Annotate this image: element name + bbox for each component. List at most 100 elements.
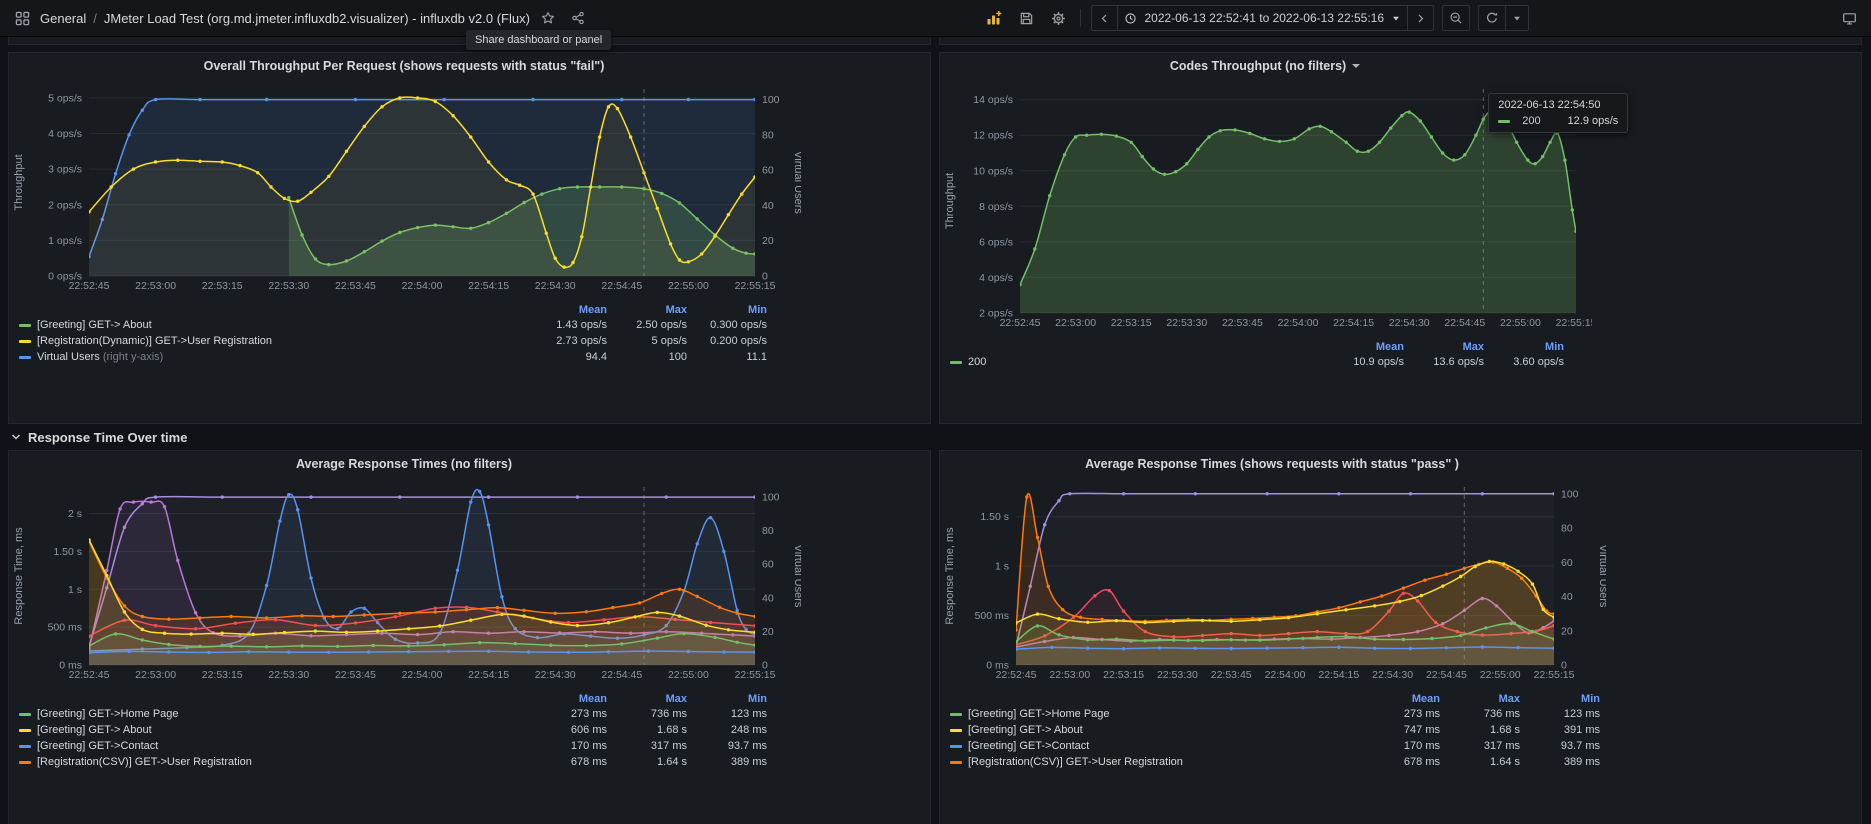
panel-menu-caret-icon[interactable]	[1352, 64, 1361, 68]
legend-stat-value: 0.300 ops/s	[710, 319, 767, 331]
svg-text:40: 40	[762, 200, 774, 212]
codes-throughput-legend: Mean Max Min 200 10.9 ops/s 13.6 ops/s 3.60 op…	[950, 339, 1564, 370]
codes-throughput-chart[interactable]: 22:52:45 22:53:00 22:53:15 22:53:30 22:53:45…	[942, 79, 1861, 336]
overall-throughput-legend: Mean Max Min [Greeting] GET-> About 1.43 ops…	[19, 302, 767, 365]
breadcrumb: General / JMeter Load Test (org.md.jmete…	[40, 11, 530, 26]
svg-text:22:54:30: 22:54:30	[535, 669, 576, 681]
star-icon[interactable]	[536, 6, 560, 30]
legend-row[interactable]: [Greeting] GET->Contact 170 ms 317 ms 93.7 …	[19, 738, 767, 754]
legend-row[interactable]: [Greeting] GET-> About 747 ms 1.68 s 391 ms	[950, 722, 1600, 738]
legend-stat-value: 736 ms	[650, 708, 687, 720]
panel-overall-throughput: Overall Throughput Per Request (shows re…	[8, 52, 931, 424]
series-color-marker[interactable]	[950, 744, 962, 748]
series-color-marker[interactable]	[950, 760, 962, 764]
breadcrumb-dashboard-title[interactable]: JMeter Load Test (org.md.jmeter.influxdb…	[104, 11, 530, 26]
svg-text:Response Time, ms: Response Time, ms	[13, 527, 25, 625]
svg-text:3 ops/s: 3 ops/s	[48, 164, 82, 176]
add-panel-icon[interactable]	[982, 6, 1006, 30]
refresh-icon[interactable]	[1479, 6, 1505, 30]
legend-row[interactable]: [Greeting] GET->Home Page 273 ms 736 ms 123…	[950, 706, 1600, 722]
legend-series-label[interactable]: Virtual Users (right y-axis)	[37, 351, 527, 363]
legend-stat-value: 5 ops/s	[651, 335, 687, 347]
overall-throughput-chart[interactable]: 22:52:45 22:53:00 22:53:15 22:53:30 22:53:45…	[11, 79, 930, 299]
legend-row[interactable]: [Greeting] GET-> About 606 ms 1.68 s 248 ms	[19, 722, 767, 738]
refresh-interval-caret-down-icon[interactable]	[1505, 6, 1528, 30]
legend-series-label[interactable]: [Registration(Dynamic)] GET->User Regist…	[37, 335, 527, 347]
legend-series-label[interactable]: [Greeting] GET-> About	[968, 724, 1360, 736]
series-color-marker[interactable]	[950, 360, 962, 364]
legend-stat-value: 273 ms	[570, 708, 607, 720]
legend-series-label[interactable]: [Greeting] GET-> About	[37, 724, 527, 736]
time-range-label: 2022-06-13 22:52:41 to 2022-06-13 22:55:…	[1144, 11, 1384, 25]
legend-stat-value: 11.1	[746, 351, 767, 363]
legend-row[interactable]: [Greeting] GET->Home Page 273 ms 736 ms 123…	[19, 706, 767, 722]
series-color-marker[interactable]	[950, 728, 962, 732]
panel-title[interactable]: Average Response Times (shows requests w…	[940, 451, 1604, 477]
legend-column-header: Min	[1545, 340, 1564, 353]
svg-text:22:54:45: 22:54:45	[601, 280, 642, 292]
panel-title[interactable]: Codes Throughput (no filters)	[940, 53, 1590, 79]
breadcrumb-separator: /	[93, 10, 97, 26]
svg-text:20: 20	[762, 235, 774, 247]
legend-series-label[interactable]: [Registration(CSV)] GET->User Registrati…	[37, 756, 527, 768]
zoom-out-icon[interactable]	[1442, 5, 1470, 31]
series-color-marker[interactable]	[19, 760, 31, 764]
series-color-marker[interactable]	[19, 355, 31, 359]
legend-series-label[interactable]: [Greeting] GET->Home Page	[37, 708, 527, 720]
legend-row[interactable]: [Greeting] GET-> About 1.43 ops/s 2.50 ops…	[19, 317, 767, 333]
legend-row[interactable]: [Greeting] GET->Contact 170 ms 317 ms 93.7 …	[950, 738, 1600, 754]
chart-svg[interactable]: 22:52:45 22:53:00 22:53:15 22:53:30 22:53:45…	[942, 477, 1609, 683]
legend-series-label[interactable]: [Greeting] GET->Home Page	[968, 708, 1360, 720]
legend-stat-value: 0.200 ops/s	[710, 335, 767, 347]
series-color-marker[interactable]	[950, 712, 962, 716]
avg-response-times-pass-chart[interactable]: 22:52:45 22:53:00 22:53:15 22:53:30 22:53:45…	[942, 477, 1861, 688]
legend-row[interactable]: [Registration(Dynamic)] GET->User Regist…	[19, 333, 767, 349]
legend-series-note: (right y-axis)	[99, 351, 164, 363]
series-color-marker[interactable]	[19, 712, 31, 716]
legend-row[interactable]: Virtual Users (right y-axis) 94.4 100 11.1	[19, 349, 767, 365]
kiosk-tv-icon[interactable]	[1837, 6, 1861, 30]
svg-text:22:55:00: 22:55:00	[668, 669, 709, 681]
svg-text:0: 0	[1561, 660, 1567, 672]
chart-svg[interactable]: 22:52:45 22:53:00 22:53:15 22:53:30 22:53:45…	[11, 477, 804, 683]
svg-text:22:55:00: 22:55:00	[1480, 669, 1521, 681]
series-color-marker[interactable]	[19, 323, 31, 327]
series-color-marker[interactable]	[19, 744, 31, 748]
panel-title[interactable]: Overall Throughput Per Request (shows re…	[9, 53, 799, 79]
tooltip-time: 2022-06-13 22:54:50	[1498, 99, 1601, 111]
legend-stat-value: 170 ms	[570, 740, 607, 752]
legend-stat-value: 2.50 ops/s	[636, 319, 687, 331]
svg-text:2 ops/s: 2 ops/s	[979, 308, 1013, 320]
cutoff-panel-right	[939, 36, 1862, 45]
svg-text:22:53:30: 22:53:30	[268, 669, 309, 681]
legend-series-label[interactable]: [Registration(CSV)] GET->User Registrati…	[968, 756, 1360, 768]
series-color-marker[interactable]	[19, 728, 31, 732]
legend-series-label[interactable]: [Greeting] GET->Contact	[37, 740, 527, 752]
breadcrumb-folder[interactable]: General	[40, 11, 86, 26]
time-shift-forward-chevron-right-icon[interactable]	[1407, 6, 1433, 30]
legend-series-label[interactable]: 200	[968, 356, 1324, 368]
series-color-marker[interactable]	[19, 339, 31, 343]
apps-grid-icon[interactable]	[10, 6, 34, 30]
legend-stat-value: 678 ms	[570, 756, 607, 768]
time-shift-back-chevron-left-icon[interactable]	[1092, 6, 1117, 30]
legend-row[interactable]: 200 10.9 ops/s 13.6 ops/s 3.60 ops/s	[950, 354, 1564, 370]
legend-row[interactable]: [Registration(CSV)] GET->User Registrati…	[19, 754, 767, 770]
panel-title[interactable]: Average Response Times (no filters)	[9, 451, 799, 477]
dashboard-settings-gear-icon[interactable]	[1046, 6, 1070, 30]
tooltip-series-label: 200	[1522, 115, 1541, 127]
legend-stat-value: 747 ms	[1403, 724, 1440, 736]
svg-text:12 ops/s: 12 ops/s	[973, 130, 1013, 142]
row-header-response-time-over-time[interactable]: Response Time Over time	[10, 425, 1862, 449]
share-icon[interactable]	[566, 6, 590, 30]
legend-stat-value: 2.73 ops/s	[556, 335, 607, 347]
legend-series-label[interactable]: [Greeting] GET-> About	[37, 319, 527, 331]
avg-response-times-chart[interactable]: 22:52:45 22:53:00 22:53:15 22:53:30 22:53:45…	[11, 477, 930, 688]
save-dashboard-icon[interactable]	[1014, 6, 1038, 30]
svg-text:1.50 s: 1.50 s	[53, 546, 82, 558]
legend-stat-value: 248 ms	[730, 724, 767, 736]
legend-row[interactable]: [Registration(CSV)] GET->User Registrati…	[950, 754, 1600, 770]
time-range-picker[interactable]: 2022-06-13 22:52:41 to 2022-06-13 22:55:…	[1117, 6, 1407, 30]
chart-svg[interactable]: 22:52:45 22:53:00 22:53:15 22:53:30 22:53:45…	[11, 79, 804, 294]
legend-series-label[interactable]: [Greeting] GET->Contact	[968, 740, 1360, 752]
